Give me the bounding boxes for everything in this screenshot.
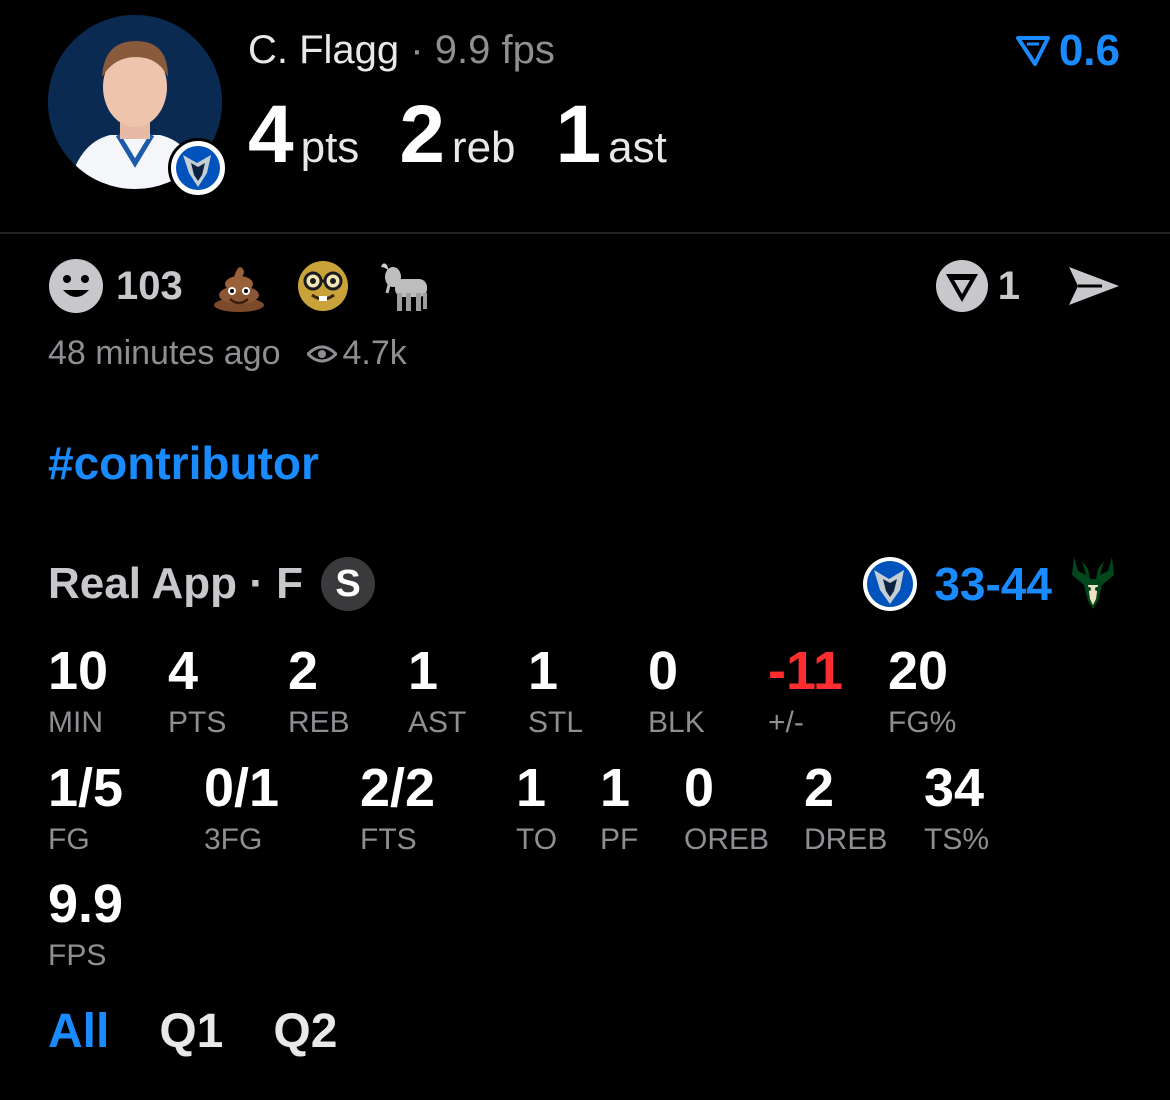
post-time: 48 minutes ago [48, 334, 281, 372]
stat-label: +/- [768, 706, 804, 739]
boost-icon [1015, 36, 1050, 66]
mavericks-badge-icon [168, 138, 228, 198]
ast-value: 1 [555, 89, 602, 180]
player-fps: 9.9 fps [434, 28, 555, 72]
stat-fps: 9.9 FPS [48, 877, 123, 973]
hashtag-link[interactable]: #contributor [48, 436, 319, 490]
stat-label: AST [408, 706, 467, 739]
stat-oreb: 0 OREB [684, 761, 769, 857]
post-meta: 48 minutes ago 4.7k [48, 334, 407, 373]
stat-ts-pct: 34 TS% [924, 761, 989, 857]
period-tabs: All Q1 Q2 [48, 1004, 387, 1059]
boost-indicator[interactable]: 0.6 [1015, 26, 1120, 76]
game-info: Real App · F S [48, 556, 376, 612]
boost-circle-icon[interactable] [934, 258, 990, 314]
stat-value: -11 [768, 641, 844, 701]
tab-all[interactable]: All [48, 1004, 109, 1059]
reaction-count: 103 [116, 263, 183, 308]
stat-value: 1 [516, 758, 547, 818]
stat-value: 9.9 [48, 874, 124, 934]
eye-icon [306, 345, 337, 362]
reb-value: 2 [399, 89, 445, 180]
stat-label: OREB [684, 823, 770, 856]
stat-label: MIN [48, 706, 103, 739]
headline-statline: 4 pts 2 reb 1 ast [248, 88, 707, 180]
stat-label: STL [528, 706, 584, 739]
poop-emoji-icon[interactable] [207, 256, 271, 316]
stat-value: 0 [648, 641, 679, 701]
stat-label: FG% [888, 706, 957, 739]
stat-value: 34 [924, 758, 985, 818]
stat-value: 2 [288, 641, 319, 701]
stat-label: PTS [168, 706, 227, 739]
pts-value: 4 [248, 89, 294, 180]
mavericks-logo-icon [863, 557, 918, 611]
stat-value: 0/1 [204, 758, 280, 818]
game-separator: · [237, 559, 277, 608]
send-icon[interactable] [1066, 264, 1122, 308]
stat-label: TO [516, 823, 558, 856]
stat-value: 4 [168, 641, 199, 701]
stat-value: 1 [600, 758, 631, 818]
position-label: F [276, 559, 304, 608]
share-row: 1 [934, 256, 1122, 316]
starter-badge: S [321, 557, 376, 611]
stat-label: 3FG [204, 823, 263, 856]
tab-q2[interactable]: Q2 [273, 1004, 337, 1059]
stat-reb: 2 REB [288, 644, 350, 740]
tab-q1[interactable]: Q1 [159, 1004, 223, 1059]
stat-value: 2/2 [360, 758, 436, 818]
stat-blk: 0 BLK [648, 644, 705, 740]
boost-value: 0.6 [1058, 26, 1120, 75]
stat-fg-pct: 20 FG% [888, 644, 956, 740]
view-count-group: 4.7k [306, 334, 407, 373]
goat-emoji-icon[interactable] [375, 256, 439, 316]
stat-label: FTS [360, 823, 417, 856]
stat-value: 0 [684, 758, 715, 818]
stat-label: TS% [924, 823, 990, 856]
view-count: 4.7k [342, 334, 407, 372]
ast-label: ast [608, 123, 667, 172]
stat-label: PF [600, 823, 639, 856]
player-name-line: C. Flagg · 9.9 fps [248, 28, 555, 73]
name-separator: · [410, 28, 424, 72]
stat-dreb: 2 DREB [804, 761, 887, 857]
stat-fts: 2/2 FTS [360, 761, 435, 857]
stat-fg: 1/5 FG [48, 761, 123, 857]
stat-plus-minus: -11 +/- [768, 644, 843, 740]
stat-ast: 1 AST [408, 644, 466, 740]
stat-value: 2 [804, 758, 835, 818]
stat-value: 1/5 [48, 758, 124, 818]
score-value: 33-44 [934, 558, 1052, 610]
source-label: Real App [48, 559, 238, 608]
stat-pts: 4 PTS [168, 644, 226, 740]
stat-label: FPS [48, 939, 107, 972]
stat-3fg: 0/1 3FG [204, 761, 279, 857]
smiley-reaction-icon[interactable] [48, 258, 104, 314]
stat-label: FG [48, 823, 90, 856]
game-score[interactable]: 33-44 [862, 554, 1118, 614]
stat-value: 20 [888, 641, 949, 701]
stat-label: BLK [648, 706, 705, 739]
nerd-emoji-icon[interactable] [291, 256, 355, 316]
player-name[interactable]: C. Flagg [248, 28, 399, 72]
stat-value: 10 [48, 641, 109, 701]
reaction-row: 103 [48, 256, 459, 316]
bucks-logo-icon [1072, 557, 1114, 609]
stat-value: 1 [528, 641, 559, 701]
boost-count: 1 [997, 263, 1020, 308]
stat-label: REB [288, 706, 350, 739]
stat-label: DREB [804, 823, 888, 856]
stat-to: 1 TO [516, 761, 557, 857]
stat-min: 10 MIN [48, 644, 108, 740]
stat-stl: 1 STL [528, 644, 583, 740]
stat-value: 1 [408, 641, 439, 701]
reb-label: reb [451, 123, 516, 172]
stat-pf: 1 PF [600, 761, 638, 857]
header-divider [0, 232, 1170, 234]
pts-label: pts [300, 123, 360, 172]
